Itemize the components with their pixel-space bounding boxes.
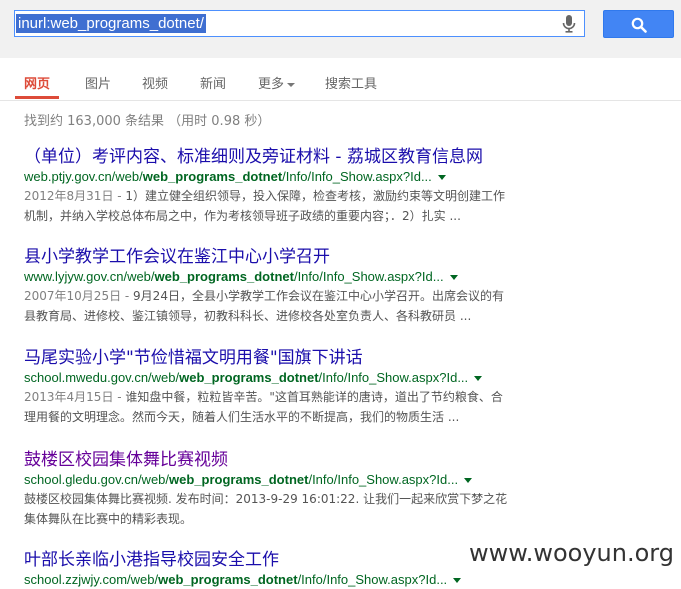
url-highlight: web_programs_dotnet bbox=[154, 269, 294, 284]
search-header: inurl:web_programs_dotnet/ bbox=[0, 0, 681, 58]
active-tab-indicator bbox=[15, 96, 59, 99]
search-button[interactable] bbox=[603, 10, 674, 38]
url-prefix: web.ptjy.gov.cn/web/ bbox=[24, 169, 143, 184]
microphone-icon[interactable] bbox=[562, 15, 576, 33]
dropdown-arrow-icon[interactable] bbox=[464, 478, 473, 484]
url-highlight: web_programs_dotnet bbox=[169, 472, 309, 487]
snippet-line: 集体舞队在比赛中的精彩表现。 bbox=[24, 512, 193, 526]
url-suffix: /Info/Info_Show.aspx?Id... bbox=[282, 169, 432, 184]
url-highlight: web_programs_dotnet bbox=[142, 169, 283, 184]
url-highlight: web_programs_dotnet bbox=[179, 370, 319, 385]
result-date: 2013年4月15日 - bbox=[24, 390, 126, 404]
result-title-link[interactable]: 鼓楼区校园集体舞比赛视频 bbox=[24, 449, 544, 471]
chevron-down-icon bbox=[287, 82, 296, 87]
search-result: 马尾实验小学"节俭惜福文明用餐"国旗下讲话 school.mwedu.gov.c… bbox=[24, 347, 544, 428]
search-result: （单位）考评内容、标准细则及旁证材料 - 荔城区教育信息网 web.ptjy.g… bbox=[24, 146, 544, 227]
url-suffix: /Info/Info_Show.aspx?Id... bbox=[318, 370, 469, 385]
result-date: 2007年10月25日 - bbox=[24, 289, 134, 303]
result-title-link[interactable]: （单位）考评内容、标准细则及旁证材料 - 荔城区教育信息网 bbox=[24, 146, 544, 168]
snippet-line: 鼓楼区校园集体舞比赛视频. 发布时间：2013-9-29 16:01:22. 让… bbox=[24, 492, 508, 506]
search-input[interactable]: inurl:web_programs_dotnet/ bbox=[14, 10, 585, 37]
dropdown-arrow-icon[interactable] bbox=[437, 175, 446, 181]
tab-images[interactable]: 图片 bbox=[85, 73, 111, 92]
search-result: 鼓楼区校园集体舞比赛视频 school.gledu.gov.cn/web/web… bbox=[24, 449, 544, 530]
result-date: 2012年8月31日 - bbox=[24, 189, 126, 203]
dropdown-arrow-icon[interactable] bbox=[449, 275, 458, 281]
snippet-line: 理用餐的文明理念。然而今天，随着人们生活水平的不断提高，我们的物质生活 ... bbox=[24, 410, 460, 424]
tab-more-label: 更多 bbox=[258, 77, 285, 92]
result-snippet: 2013年4月15日 - 谁知盘中餐，粒粒皆辛苦。"这首耳熟能详的唐诗，道出了节… bbox=[24, 387, 544, 408]
snippet-line: 谁知盘中餐，粒粒皆辛苦。"这首耳熟能详的唐诗，道出了节约粮食、合 bbox=[125, 390, 503, 404]
search-query-text[interactable]: inurl:web_programs_dotnet/ bbox=[16, 14, 206, 33]
result-snippet: 鼓楼区校园集体舞比赛视频. 发布时间：2013-9-29 16:01:22. 让… bbox=[24, 489, 544, 510]
result-title-link[interactable]: 县小学教学工作会议在鉴江中心小学召开 bbox=[24, 246, 544, 268]
tab-search-tools[interactable]: 搜索工具 bbox=[325, 73, 377, 92]
url-prefix: school.gledu.gov.cn/web/ bbox=[24, 472, 170, 487]
result-title-link[interactable]: 马尾实验小学"节俭惜福文明用餐"国旗下讲话 bbox=[24, 347, 544, 369]
result-snippet: 2007年10月25日 - 9月24日，全县小学教学工作会议在鉴江中心小学召开。… bbox=[24, 286, 544, 307]
url-prefix: www.lyjyw.gov.cn/web/ bbox=[24, 269, 155, 284]
result-url: www.lyjyw.gov.cn/web/web_programs_dotnet… bbox=[24, 268, 544, 286]
snippet-line: 县教育局、进修校、鉴江镇领导，初教科科长、进修校各处室负责人、各科教研员 ... bbox=[24, 309, 472, 323]
tab-more[interactable]: 更多 bbox=[258, 73, 296, 92]
dropdown-arrow-icon[interactable] bbox=[474, 376, 483, 382]
result-url: school.gledu.gov.cn/web/web_programs_dot… bbox=[24, 471, 544, 489]
search-tabs: 网页 图片 视频 新闻 更多 搜索工具 bbox=[0, 58, 681, 101]
snippet-line: 机制，并纳入学校总体布局之中，作为考核领导班子政绩的重要内容；．2）扎实 ... bbox=[24, 209, 461, 223]
tab-web[interactable]: 网页 bbox=[24, 73, 50, 92]
url-prefix: school.mwedu.gov.cn/web/ bbox=[24, 370, 180, 385]
search-icon bbox=[631, 17, 647, 33]
result-url: web.ptjy.gov.cn/web/web_programs_dotnet/… bbox=[24, 168, 544, 186]
result-url: school.mwedu.gov.cn/web/web_programs_dot… bbox=[24, 369, 544, 387]
search-result: 县小学教学工作会议在鉴江中心小学召开 www.lyjyw.gov.cn/web/… bbox=[24, 246, 544, 327]
url-suffix: /Info/Info_Show.aspx?Id... bbox=[308, 472, 459, 487]
url-highlight: web_programs_dotnet bbox=[158, 572, 298, 587]
url-suffix: /Info/Info_Show.aspx?Id... bbox=[297, 572, 448, 587]
tab-videos[interactable]: 视频 bbox=[142, 73, 168, 92]
url-suffix: /Info/Info_Show.aspx?Id... bbox=[293, 269, 444, 284]
tab-news[interactable]: 新闻 bbox=[200, 73, 226, 92]
watermark: www.wooyun.org bbox=[462, 536, 681, 581]
result-stats: 找到约 163,000 条结果 （用时 0.98 秒） bbox=[24, 114, 271, 129]
snippet-line: 9月24日，全县小学教学工作会议在鉴江中心小学召开。出席会议的有 bbox=[133, 289, 504, 303]
url-prefix: school.zzjwjy.com/web/ bbox=[24, 572, 159, 587]
snippet-line: 1）建立健全组织领导，投入保障，检查考核，激励约束等文明创建工作 bbox=[125, 189, 506, 203]
result-snippet: 2012年8月31日 - 1）建立健全组织领导，投入保障，检查考核，激励约束等文… bbox=[24, 186, 544, 207]
